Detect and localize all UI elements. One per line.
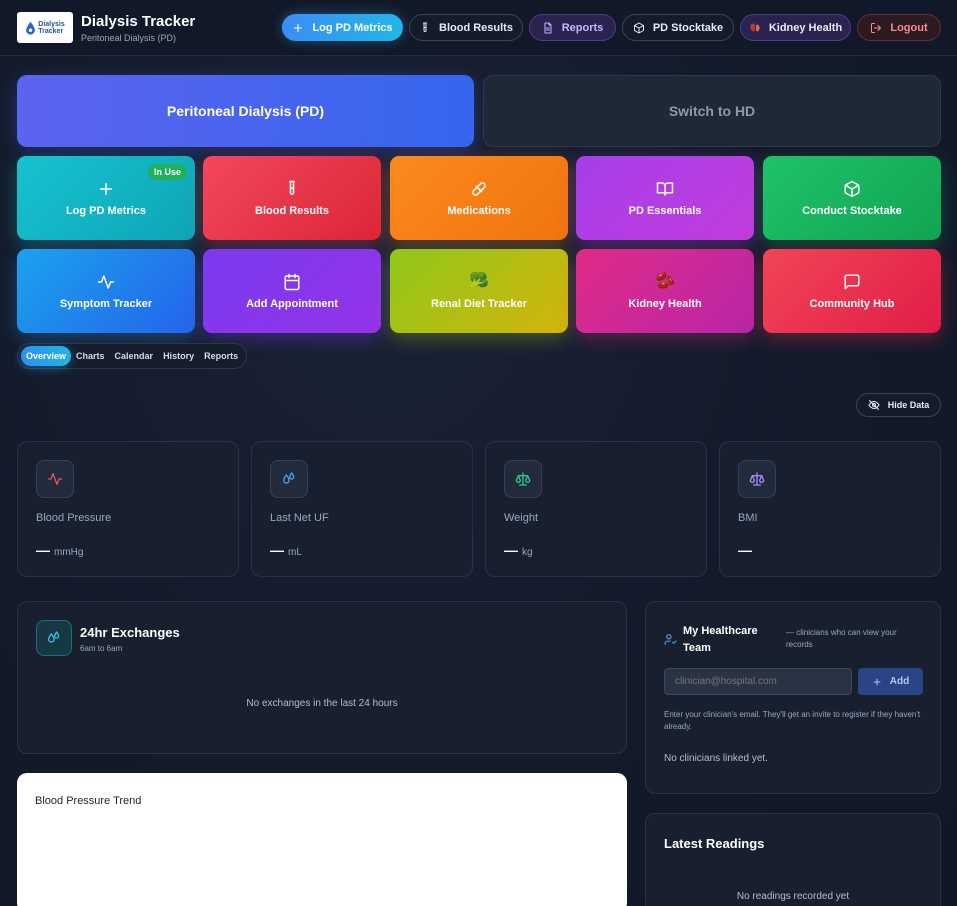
scale-icon (515, 472, 531, 486)
logo-text: Dialysis Tracker (38, 20, 65, 35)
stat-label: BMI (738, 512, 758, 524)
latest-readings-card: Latest Readings No readings recorded yet (645, 813, 941, 906)
header-blood-results-button[interactable]: Blood Results (409, 14, 523, 41)
tile-symptom-tracker[interactable]: Symptom Tracker (17, 249, 195, 333)
hide-data-button[interactable]: Hide Data (856, 393, 941, 417)
droplets-icon (48, 631, 60, 643)
stat-unit: mmHg (54, 547, 84, 558)
user-check-icon (664, 634, 677, 645)
tile-medications[interactable]: Medications (390, 156, 568, 240)
kidney-icon (750, 23, 760, 31)
bp-trend-card: Blood Pressure Trend (17, 773, 627, 906)
app-subtitle: Peritoneal Dialysis (PD) (81, 33, 177, 43)
app-logo[interactable]: Dialysis Tracker (17, 12, 73, 43)
plus-icon (100, 182, 112, 195)
tile-kidney-health[interactable]: 🫘 Kidney Health (576, 249, 754, 333)
stat-value: — (738, 542, 752, 558)
tile-conduct-stocktake[interactable]: Conduct Stocktake (763, 156, 941, 240)
team-help-text: Enter your clinician's email. They'll ge… (664, 710, 921, 731)
mode-pd-active[interactable]: Peritoneal Dialysis (PD) (17, 75, 474, 147)
header-kidney-health-button[interactable]: Kidney Health (740, 14, 851, 41)
team-empty-text: No clinicians linked yet. (664, 753, 768, 764)
tab-charts[interactable]: Charts (71, 346, 110, 366)
activity-icon (97, 274, 115, 289)
tab-calendar[interactable]: Calendar (110, 346, 159, 366)
message-square-icon (844, 274, 860, 289)
tab-overview[interactable]: Overview (21, 346, 72, 366)
book-open-icon (656, 181, 674, 196)
exchanges-card: 24hr Exchanges 6am to 6am No exchanges i… (17, 601, 627, 754)
in-use-badge: In Use (147, 164, 187, 180)
stat-value: — (504, 542, 518, 558)
tile-community-hub[interactable]: Community Hub (763, 249, 941, 333)
tab-history[interactable]: History (158, 346, 199, 366)
latest-readings-empty-text: No readings recorded yet (736, 891, 850, 902)
exchanges-title: 24hr Exchanges (80, 625, 180, 640)
tile-add-appointment[interactable]: Add Appointment (203, 249, 381, 333)
package-icon (844, 180, 860, 197)
eye-off-icon (868, 400, 880, 410)
stat-label: Last Net UF (270, 512, 329, 524)
stat-unit: mL (288, 547, 302, 558)
pill-icon (472, 181, 486, 196)
logout-icon (871, 22, 882, 33)
header-pd-stocktake-button[interactable]: PD Stocktake (622, 14, 734, 41)
test-tube-icon (423, 22, 428, 32)
stat-unit: kg (522, 547, 533, 558)
stat-value: — (270, 542, 284, 558)
stat-label: Blood Pressure (36, 512, 112, 524)
plus-icon (294, 23, 303, 32)
scale-icon (749, 472, 765, 486)
latest-readings-title: Latest Readings (664, 836, 765, 851)
team-subtitle: — clinicians who can view your records (786, 628, 897, 649)
add-clinician-button[interactable]: Add (858, 668, 923, 695)
stat-card-weight: Weight — kg (485, 441, 707, 577)
mode-switch-hd-button[interactable]: Switch to HD (483, 75, 941, 147)
clinician-email-input[interactable] (664, 668, 852, 695)
plus-icon (873, 678, 881, 685)
kidney-icon: 🫘 (655, 272, 675, 290)
tile-log-pd-metrics[interactable]: In Use Log PD Metrics (17, 156, 195, 240)
header-logout-button[interactable]: Logout (857, 14, 941, 41)
stat-card-last-net-uf: Last Net UF — mL (251, 441, 473, 577)
stat-value: — (36, 542, 50, 558)
tile-blood-results[interactable]: Blood Results (203, 156, 381, 240)
exchanges-empty-text: No exchanges in the last 24 hours (246, 698, 398, 709)
app-title: Dialysis Tracker (81, 13, 196, 30)
app-header: Dialysis Tracker Dialysis Tracker Perito… (0, 0, 957, 56)
tab-reports[interactable]: Reports (199, 346, 243, 366)
tile-renal-diet-tracker[interactable]: 🥦 Renal Diet Tracker (390, 249, 568, 333)
stat-card-bmi: BMI — (719, 441, 941, 577)
calendar-icon (284, 273, 300, 290)
bp-trend-title: Blood Pressure Trend (35, 795, 142, 807)
broccoli-icon: 🥦 (469, 272, 489, 290)
test-tube-icon (289, 180, 295, 195)
exchanges-subtitle: 6am to 6am (80, 644, 123, 653)
file-text-icon (544, 22, 552, 33)
dashboard-subtabs: Overview Charts Calendar History Reports (17, 343, 247, 369)
droplets-icon (283, 472, 295, 484)
activity-icon (47, 473, 63, 485)
package-icon (633, 22, 644, 33)
tile-pd-essentials[interactable]: PD Essentials (576, 156, 754, 240)
stat-label: Weight (504, 512, 539, 524)
drop-logo-icon (26, 21, 36, 35)
team-title: My Healthcare Team (683, 625, 758, 654)
header-log-pd-metrics-button[interactable]: Log PD Metrics (282, 14, 403, 41)
healthcare-team-card: My Healthcare Team — clinicians who can … (645, 601, 941, 794)
stat-card-blood-pressure: Blood Pressure — mmHg (17, 441, 239, 577)
header-reports-button[interactable]: Reports (529, 14, 616, 41)
